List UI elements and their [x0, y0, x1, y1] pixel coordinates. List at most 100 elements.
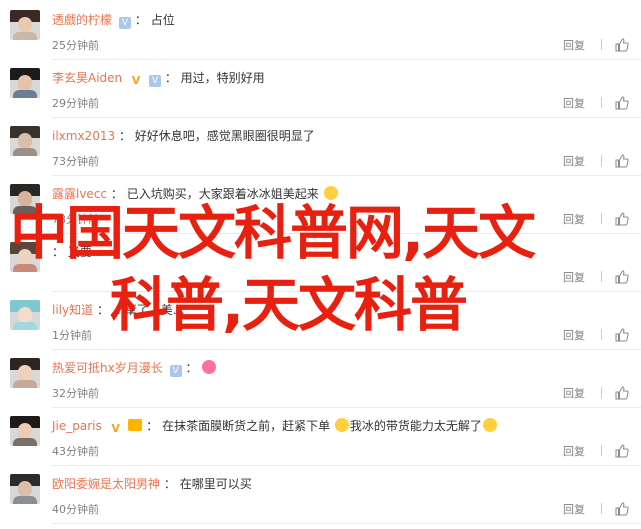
thumbs-up-icon[interactable] [615, 444, 629, 458]
comment-text: 用过，特别好用 [180, 71, 265, 85]
comment-time: 1分钟前 [52, 328, 92, 344]
thumbs-up-icon[interactable] [615, 212, 629, 226]
comment-actions: 回复 [563, 386, 629, 402]
level-badge-icon: V [169, 365, 182, 377]
separator-colon: ： [163, 477, 176, 491]
comment-time: 40分钟前 [52, 502, 99, 518]
reply-button[interactable]: 回复 [563, 387, 585, 400]
comment-text: 已入坑购买，大家跟着冰冰姐美起来 [126, 187, 319, 201]
reply-button[interactable]: 回复 [563, 329, 585, 342]
comment-time: 78分钟前 [52, 212, 99, 228]
comment-text: 占位 [150, 13, 175, 27]
reply-button[interactable]: 回复 [563, 213, 585, 226]
avatar[interactable] [10, 242, 40, 272]
separator-colon: ： [52, 245, 65, 259]
username[interactable]: 热爱可抵hx岁月漫长 [52, 361, 163, 375]
thumbs-up-icon[interactable] [615, 38, 629, 52]
comment-time: 73分钟前 [52, 154, 99, 170]
reply-button[interactable]: 回复 [563, 271, 585, 284]
thumbs-up-icon[interactable] [615, 386, 629, 400]
avatar[interactable] [10, 126, 40, 156]
username[interactable]: 露露lvecc [52, 187, 107, 201]
avatar[interactable] [10, 68, 40, 98]
time-text: 25分钟前 [52, 39, 99, 52]
thumbs-up-icon[interactable] [615, 270, 629, 284]
divider [600, 271, 602, 282]
time-text: 32分钟前 [52, 387, 99, 400]
separator-colon: ： [110, 187, 123, 201]
separator-colon: ： [146, 419, 159, 433]
reply-button[interactable]: 回复 [563, 445, 585, 458]
time-text: 43分钟前 [52, 445, 99, 458]
comment-actions: 回复 [563, 270, 629, 286]
avatar[interactable] [10, 416, 40, 446]
separator-colon: ： [118, 129, 131, 143]
username[interactable]: 透戲的柠檬 [52, 13, 112, 27]
comment-text-2: 我冰的带货能力太无解了 [349, 419, 482, 433]
heart-emoji-icon [202, 360, 217, 374]
username[interactable]: ilxmx2013 [52, 129, 115, 143]
comment-actions: 回复 [563, 328, 629, 344]
avatar[interactable] [10, 184, 40, 214]
divider [600, 39, 602, 50]
avatar[interactable] [10, 10, 40, 40]
thumbs-up-icon[interactable] [615, 502, 629, 516]
comment-actions: 回复 [563, 38, 629, 54]
comment-line: Jie_paris V ： 在抹茶面膜断货之前，赶紧下单 我冰的带货能力太无解了 [52, 417, 631, 435]
avatar[interactable] [10, 474, 40, 504]
comment-item: ilxmx2013 ： 好好休息吧，感觉黑眼圈很明显了 73分钟前 回复 [0, 118, 641, 176]
shop-badge-icon [128, 419, 143, 431]
comment-item: 热爱可抵hx岁月漫长 V ： 32分钟前 回复 [0, 350, 641, 408]
row-divider [52, 523, 641, 524]
divider [600, 445, 602, 456]
divider [600, 97, 602, 108]
comment-line: ： 又要… [52, 243, 631, 261]
comment-item: Jie_paris V ： 在抹茶面膜断货之前，赶紧下单 我冰的带货能力太无解了… [0, 408, 641, 466]
comment-line: 欧阳委婉是太阳男神 ： 在哪里可以买 [52, 475, 631, 493]
verified-v-icon: V [111, 422, 120, 435]
comment-line: 热爱可抵hx岁月漫长 V ： [52, 359, 631, 377]
divider [600, 329, 602, 340]
username[interactable]: Jie_paris [52, 419, 102, 433]
time-text: 1分钟前 [52, 329, 92, 342]
comment-text: 在哪里可以买 [179, 477, 252, 491]
thumbs-up-icon[interactable] [615, 328, 629, 342]
emoji-icon [323, 186, 338, 200]
divider [600, 503, 602, 514]
separator-colon: ： [96, 303, 109, 317]
time-text: 73分钟前 [52, 155, 99, 168]
comment-time: 25分钟前 [52, 38, 99, 54]
comment-actions: 回复 [563, 444, 629, 460]
avatar[interactable] [10, 300, 40, 330]
comment-line: 露露lvecc ： 已入坑购买，大家跟着冰冰姐美起来 [52, 185, 631, 203]
avatar[interactable] [10, 358, 40, 388]
comment-item: 李玄昊Aiden V V ： 用过，特别好用 29分钟前 回复 [0, 60, 641, 118]
comment-item: 露露lvecc ： 已入坑购买，大家跟着冰冰姐美起来 78分钟前 回复 [0, 176, 641, 234]
verified-v-icon: V [131, 74, 141, 87]
reply-button[interactable]: 回复 [563, 39, 585, 52]
comment-actions: 回复 [563, 212, 629, 228]
comment-time: 43分钟前 [52, 444, 99, 460]
reply-button[interactable]: 回复 [563, 155, 585, 168]
username[interactable]: 欧阳委婉是太阳男神 [52, 477, 160, 491]
comment-actions: 回复 [563, 96, 629, 112]
reply-button[interactable]: 回复 [563, 97, 585, 110]
divider [600, 387, 602, 398]
comment-item: 透戲的柠檬 V ： 占位 25分钟前 回复 [0, 2, 641, 60]
username[interactable]: 李玄昊Aiden [52, 71, 122, 85]
thumbs-up-icon[interactable] [615, 96, 629, 110]
emoji-icon [334, 418, 349, 432]
comment-time: 29分钟前 [52, 96, 99, 112]
thumbs-up-icon[interactable] [615, 154, 629, 168]
username[interactable]: lily知道 [52, 303, 93, 317]
comment-item: lily知道 ： …草了，美… 1分钟前 回复 [0, 292, 641, 350]
comment-line: ilxmx2013 ： 好好休息吧，感觉黑眼圈很明显了 [52, 127, 631, 145]
separator-colon: ： [185, 361, 198, 375]
comment-line: lily知道 ： …草了，美… [52, 301, 631, 319]
reply-button[interactable]: 回复 [563, 503, 585, 516]
comment-time: 32分钟前 [52, 386, 99, 402]
comment-text: …草了，美… [112, 303, 185, 317]
comment-actions: 回复 [563, 154, 629, 170]
separator-colon: ： [134, 13, 147, 27]
divider [600, 155, 602, 166]
